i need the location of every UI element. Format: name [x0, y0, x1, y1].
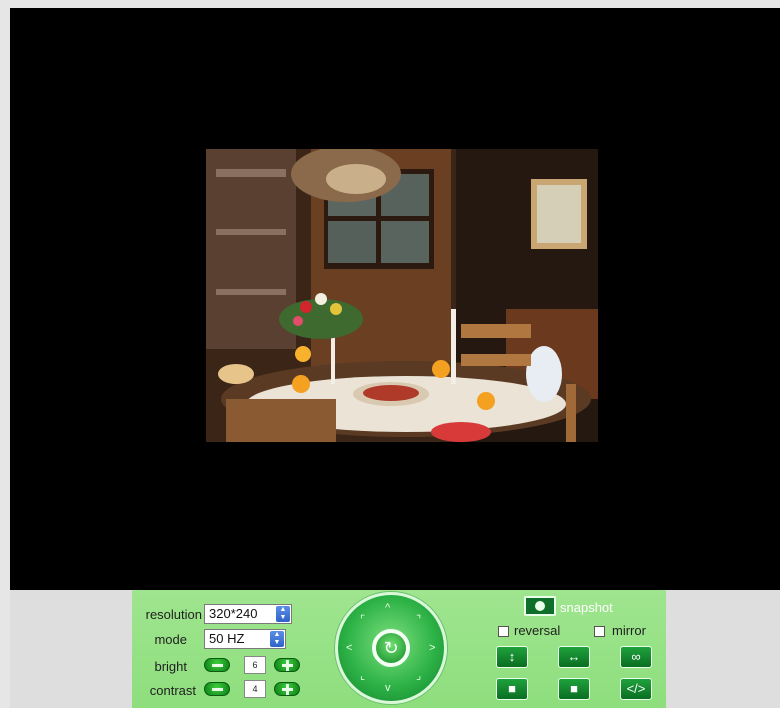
- vertical-flip-icon: ↕: [508, 649, 516, 664]
- square-icon: ■: [508, 681, 516, 696]
- bright-label: bright: [154, 659, 187, 674]
- down-right-arrow-icon[interactable]: ⌟: [416, 671, 421, 682]
- minus-icon: [212, 688, 223, 691]
- video-viewport: [10, 8, 780, 590]
- resolution-label: resolution: [145, 607, 202, 622]
- up-right-arrow-icon[interactable]: ⌝: [416, 615, 421, 626]
- infinity-icon: ∞: [631, 649, 641, 664]
- code-icon: </>: [626, 681, 646, 696]
- snapshot-button[interactable]: snapshot: [560, 600, 613, 615]
- mode-label: mode: [154, 632, 187, 647]
- right-arrow-icon[interactable]: >: [429, 643, 435, 654]
- mirror-label: mirror: [612, 623, 646, 638]
- down-left-arrow-icon[interactable]: ⌞: [360, 671, 365, 682]
- control-panel: resolution 320*240 ▲ ▼ mode 50 HZ ▲ ▼ brig…: [132, 590, 666, 708]
- dining-room-image: [206, 149, 598, 442]
- patrol-button[interactable]: ∞: [620, 646, 652, 668]
- horizontal-flip-icon: ↔: [567, 649, 581, 664]
- left-arrow-icon[interactable]: <: [346, 643, 352, 654]
- vertical-flip-button[interactable]: ↕: [496, 646, 528, 668]
- camera-icon[interactable]: [524, 596, 556, 616]
- left-border: [0, 0, 10, 708]
- reversal-checkbox[interactable]: [498, 626, 509, 637]
- select-arrows-icon: ▲ ▼: [270, 631, 284, 647]
- square-icon: ■: [570, 681, 578, 696]
- bright-increase-button[interactable]: [274, 658, 300, 672]
- top-border: [0, 0, 780, 8]
- resolution-select[interactable]: 320*240 ▲ ▼: [204, 604, 292, 624]
- contrast-label: contrast: [149, 683, 196, 698]
- camera-video-feed: [206, 149, 598, 442]
- up-arrow-icon[interactable]: ^: [385, 603, 390, 614]
- resolution-value: 320*240: [209, 606, 258, 621]
- ptz-direction-pad[interactable]: ^ v < > ⌜ ⌝ ⌞ ⌟ ↻: [335, 592, 447, 704]
- up-left-arrow-icon[interactable]: ⌜: [360, 615, 365, 626]
- mirror-checkbox[interactable]: [594, 626, 605, 637]
- minus-icon: [212, 664, 223, 667]
- mode-value: 50 HZ: [209, 631, 245, 646]
- contrast-increase-button[interactable]: [274, 682, 300, 696]
- code-button[interactable]: </>: [620, 678, 652, 700]
- down-arrow-icon[interactable]: v: [385, 683, 391, 694]
- horizontal-flip-button[interactable]: ↔: [558, 646, 590, 668]
- stop-button-1[interactable]: ■: [496, 678, 528, 700]
- mode-select[interactable]: 50 HZ ▲ ▼: [204, 629, 286, 649]
- reversal-label: reversal: [514, 623, 561, 638]
- bright-value: 6: [244, 656, 266, 674]
- center-refresh-icon[interactable]: ↻: [372, 629, 410, 667]
- bright-decrease-button[interactable]: [204, 658, 230, 672]
- stop-button-2[interactable]: ■: [558, 678, 590, 700]
- contrast-value: 4: [244, 680, 266, 698]
- select-arrows-icon: ▲ ▼: [276, 606, 290, 622]
- contrast-decrease-button[interactable]: [204, 682, 230, 696]
